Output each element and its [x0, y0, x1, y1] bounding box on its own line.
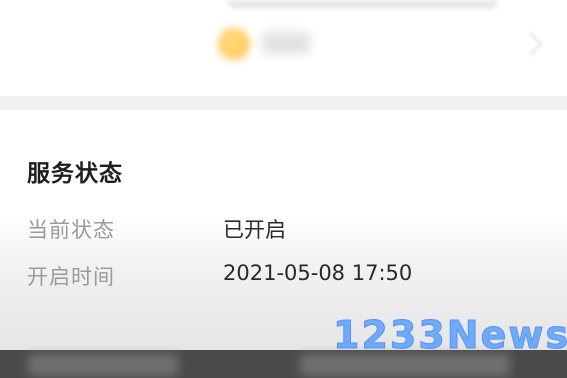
- coin-icon: [218, 28, 250, 60]
- watermark: 1233News: [332, 313, 567, 358]
- section-title: 服务状态: [27, 161, 123, 187]
- current-status-value: 已开启: [223, 218, 286, 242]
- start-time-value: 2021-05-08 17:50: [223, 261, 413, 285]
- bottom-bar-blurred-right: [300, 354, 510, 376]
- top-card[interactable]: [0, 0, 567, 96]
- top-card-blurred-label: [262, 32, 310, 54]
- start-time-label: 开启时间: [27, 265, 115, 289]
- top-card-edge: [228, 0, 498, 9]
- bottom-bar-blurred-left: [28, 354, 178, 376]
- chevron-right-icon[interactable]: [519, 32, 543, 56]
- section-divider: [0, 96, 567, 110]
- current-status-label: 当前状态: [27, 218, 115, 242]
